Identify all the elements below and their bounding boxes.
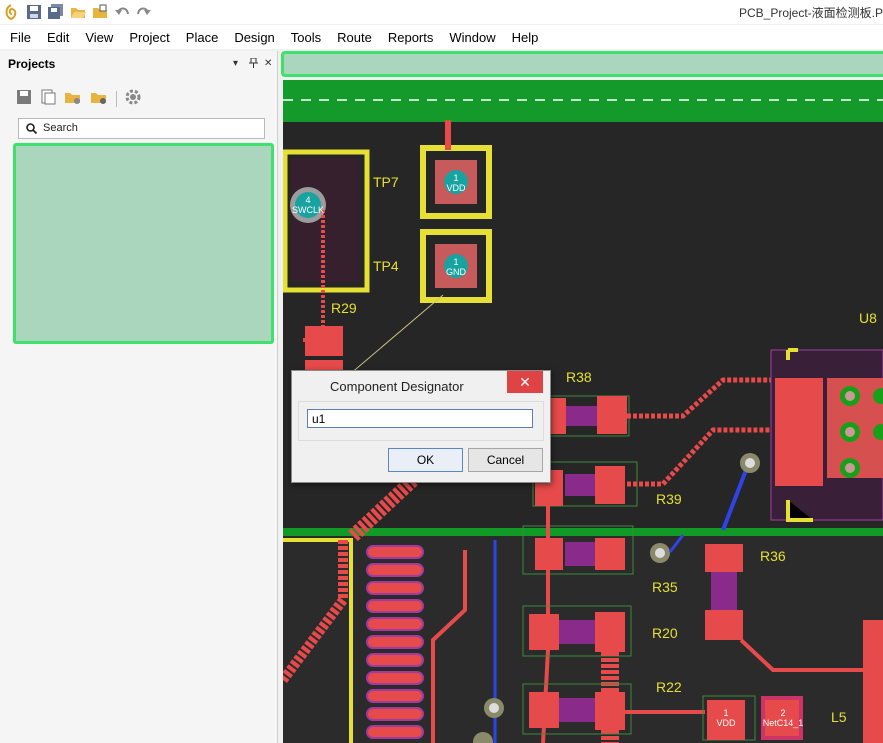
pad-vdd2-net: VDD [716, 718, 736, 728]
folder-refresh-icon[interactable] [64, 89, 82, 108]
pcb-pin-pad [366, 545, 424, 559]
menu-file[interactable]: File [0, 30, 37, 45]
panel-close-icon[interactable]: ✕ [264, 58, 272, 69]
open-icon[interactable] [70, 4, 86, 20]
pcb-label-u8: U8 [859, 310, 877, 326]
pcb-pin-pad [366, 617, 424, 631]
pad-netc14-number: 2 [780, 708, 786, 718]
pad-vdd2-number: 1 [723, 708, 729, 718]
toolbar-divider [116, 90, 117, 107]
designator-input[interactable] [307, 409, 533, 428]
search-icon [26, 122, 38, 137]
pad-vdd-net: VDD [446, 183, 466, 193]
menu-bar: File Edit View Project Place Design Tools Route… [0, 25, 883, 49]
pcb-pin-pad [366, 635, 424, 649]
title-bar: PCB_Project-液面检测板.P [0, 0, 883, 24]
pcb-pin-pad [366, 689, 424, 703]
search-box[interactable]: Search [18, 118, 265, 139]
dialog-title: Component Designator [330, 379, 464, 394]
pcb-label-r22: R22 [656, 679, 682, 695]
window-title: PCB_Project-液面检测板.P [738, 6, 883, 20]
panel-pin-icon[interactable] [249, 57, 258, 71]
menu-tools[interactable]: Tools [281, 30, 327, 45]
menu-reports[interactable]: Reports [378, 30, 440, 45]
pcb-pin-pad [366, 581, 424, 595]
menu-edit[interactable]: Edit [37, 30, 75, 45]
projects-panel: Projects ▾ ✕ Search [0, 51, 278, 743]
pad-gnd-net: GND [446, 267, 466, 277]
pcb-pin-pad [366, 725, 424, 739]
save-icon[interactable] [26, 4, 42, 20]
document-tab-bar[interactable] [281, 51, 883, 77]
app-logo-icon [4, 4, 18, 21]
menu-design[interactable]: Design [224, 30, 280, 45]
pad-swclk-net: SWCLK [291, 205, 324, 215]
pad-gnd-number: 1 [453, 257, 459, 267]
pcb-pin-pad [366, 563, 424, 577]
pad-vdd-number: 1 [453, 173, 459, 183]
pcb-label-r39: R39 [656, 491, 682, 507]
menu-route[interactable]: Route [327, 30, 378, 45]
menu-window[interactable]: Window [439, 30, 501, 45]
pcb-pin-pad [366, 653, 424, 667]
pcb-label-r20: R20 [652, 625, 678, 641]
pcb-label-r36: R36 [760, 548, 786, 564]
panel-toolbar [16, 89, 141, 108]
folder-settings-icon[interactable] [90, 89, 108, 108]
menu-project[interactable]: Project [119, 30, 175, 45]
gear-icon[interactable] [125, 89, 141, 108]
pad-swclk-number: 4 [305, 195, 311, 205]
search-placeholder: Search [43, 122, 78, 134]
cancel-button[interactable]: Cancel [468, 448, 543, 472]
ok-button[interactable]: OK [388, 448, 463, 472]
dialog-close-button[interactable]: ✕ [507, 371, 543, 393]
redo-icon[interactable] [136, 4, 152, 20]
pcb-pin-pad [366, 599, 424, 613]
panel-title: Projects [8, 57, 56, 71]
pcb-label-l5: L5 [831, 709, 847, 725]
panel-dropdown-icon[interactable]: ▾ [233, 58, 238, 69]
pcb-label-tp7: TP7 [373, 174, 399, 190]
quick-access-toolbar [4, 3, 152, 21]
pcb-label-r29: R29 [331, 300, 357, 316]
menu-place[interactable]: Place [176, 30, 225, 45]
menu-view[interactable]: View [75, 30, 119, 45]
add-document-icon[interactable] [40, 89, 56, 108]
menu-help[interactable]: Help [502, 30, 545, 45]
save-all-icon[interactable] [48, 4, 64, 20]
pcb-pin-pad [366, 707, 424, 721]
open-project-icon[interactable] [92, 4, 108, 20]
dialog-input-frame [298, 401, 544, 441]
component-designator-dialog: Component Designator ✕ OK Cancel [291, 370, 551, 483]
pcb-label-tp4: TP4 [373, 258, 399, 274]
pcb-pin-pad [366, 671, 424, 685]
project-tree-highlight [13, 143, 274, 344]
pad-netc14-net: NetC14_1 [762, 718, 804, 728]
undo-icon[interactable] [114, 4, 130, 20]
pcb-label-r35: R35 [652, 579, 678, 595]
save-project-icon[interactable] [16, 89, 32, 108]
pcb-label-r38: R38 [566, 369, 592, 385]
